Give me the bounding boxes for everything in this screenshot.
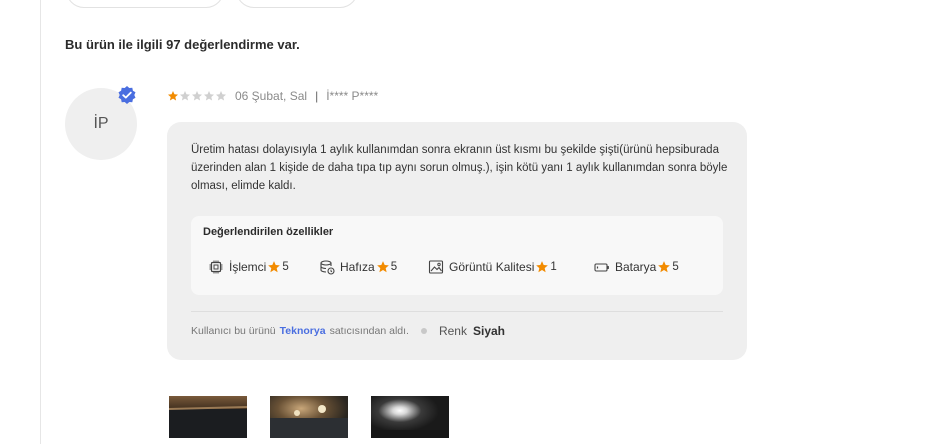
star-empty-icon (216, 91, 226, 101)
feature-battery: Batarya 5 (594, 259, 679, 275)
feature-label: Batarya (615, 260, 657, 274)
bubble-divider (191, 311, 723, 312)
processor-icon (209, 260, 223, 274)
image-quality-icon (428, 260, 444, 274)
seller-info: Kullanıcı bu ürünü Teknorya satıcısından… (191, 324, 505, 338)
star-icon (658, 261, 671, 273)
feature-score: 5 (672, 261, 679, 273)
feature-score: 5 (390, 261, 398, 273)
review-date: 06 Şubat, Sal (235, 89, 308, 103)
filter-pill[interactable] (66, 0, 224, 8)
avatar-initials: İP (93, 115, 109, 132)
review-bubble: Üretim hatası dolayısıyla 1 aylık kullan… (167, 122, 747, 360)
dot-separator (420, 328, 427, 334)
rated-features: Değerlendirilen özellikler İşlemci 5 Haf… (191, 216, 723, 295)
color-value: Siyah (472, 324, 505, 338)
feature-score: 5 (282, 261, 289, 273)
feature-label: Hafıza (340, 260, 375, 274)
seller-link[interactable]: Teknorya (280, 325, 326, 337)
features-title: Değerlendirilen özellikler (203, 226, 334, 238)
star-filled-icon (168, 91, 178, 101)
left-divider (40, 0, 41, 444)
feature-processor: İşlemci 5 (208, 259, 289, 275)
battery-icon (594, 263, 609, 272)
filter-pill[interactable] (236, 0, 358, 8)
memory-icon (320, 260, 335, 275)
verified-badge-icon (118, 86, 136, 104)
feature-score: 1 (550, 261, 557, 273)
star-icon (376, 261, 389, 273)
star-empty-icon (180, 91, 190, 101)
star-icon (536, 261, 549, 273)
review-meta: 06 Şubat, Sal | İ**** P**** (167, 89, 378, 103)
star-empty-icon (192, 91, 202, 101)
review-count-text: Bu ürün ile ilgili 97 değerlendirme var. (65, 37, 300, 52)
seller-suffix: satıcısından aldı. (329, 325, 409, 337)
seller-prefix: Kullanıcı bu ürünü (191, 325, 276, 337)
review-author: İ**** P**** (326, 89, 379, 103)
review-text: Üretim hatası dolayısıyla 1 aylık kullan… (191, 144, 728, 192)
review-photo[interactable] (169, 396, 247, 438)
review-photo[interactable] (270, 396, 348, 438)
star-icon (268, 261, 281, 273)
feature-image-quality: Görüntü Kalitesi 1 (428, 259, 557, 275)
star-rating (167, 90, 227, 102)
color-label: Renk (438, 324, 467, 338)
feature-label: Görüntü Kalitesi (449, 260, 535, 274)
feature-memory: Hafıza 5 (319, 259, 397, 275)
star-empty-icon (204, 91, 214, 101)
meta-separator: | (315, 89, 319, 103)
review-photo[interactable] (371, 396, 449, 438)
feature-label: İşlemci (229, 260, 267, 274)
